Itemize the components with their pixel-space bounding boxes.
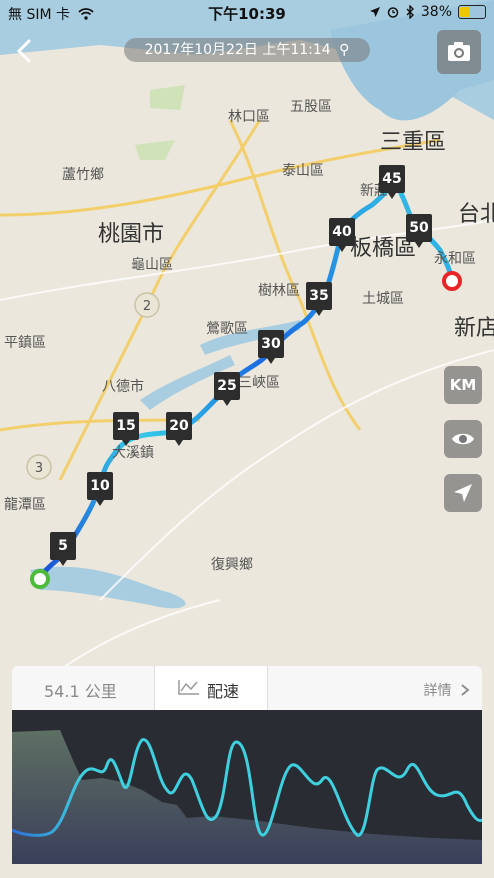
eye-icon bbox=[452, 433, 474, 445]
battery-icon bbox=[458, 5, 486, 19]
map-label: 龜山區 bbox=[131, 257, 173, 273]
elevation-area bbox=[12, 730, 482, 864]
battery-percent: 38% bbox=[420, 4, 452, 20]
bluetooth-icon bbox=[406, 5, 414, 19]
status-bar: 無 SIM 卡 下午10:39 38% bbox=[0, 0, 494, 26]
alarm-icon bbox=[387, 7, 399, 18]
camera-button[interactable] bbox=[437, 30, 481, 74]
km-marker: 40 bbox=[329, 218, 355, 252]
map-label: 鶯歌區 bbox=[206, 321, 248, 337]
map-label: 蘆竹鄉 bbox=[62, 167, 104, 183]
activity-datetime: 2017年10月22日 上午11:14 ⚲ bbox=[124, 38, 370, 62]
locate-button[interactable] bbox=[444, 474, 482, 512]
km-marker: 15 bbox=[113, 412, 139, 446]
route-start-marker bbox=[30, 569, 50, 589]
svg-text:3: 3 bbox=[35, 461, 43, 476]
navigation-arrow-icon bbox=[454, 484, 472, 502]
route-end-marker bbox=[442, 271, 462, 291]
map-label: 台北 bbox=[458, 202, 494, 227]
map-label: 永和區 bbox=[434, 251, 476, 267]
map-label: 五股區 bbox=[290, 99, 332, 115]
map-label: 龍潭區 bbox=[4, 497, 46, 513]
km-marker: 25 bbox=[214, 372, 240, 406]
map-label: 復興鄉 bbox=[211, 557, 253, 573]
stats-tabs: 54.1 公里 配速 詳情 bbox=[12, 666, 482, 710]
svg-text:2: 2 bbox=[143, 299, 151, 314]
chevron-right-icon bbox=[461, 684, 470, 696]
map-label: 三峽區 bbox=[238, 375, 280, 391]
map-label: 平鎮區 bbox=[4, 335, 46, 351]
map-label: 林口區 bbox=[228, 109, 270, 125]
back-button[interactable] bbox=[10, 36, 40, 66]
map-label: 樹林區 bbox=[258, 283, 300, 299]
unit-toggle-button[interactable]: KM bbox=[444, 366, 482, 404]
tab-pace[interactable]: 配速 bbox=[154, 666, 268, 710]
line-chart-icon bbox=[178, 680, 199, 695]
camera-icon bbox=[448, 42, 470, 61]
km-marker: 35 bbox=[306, 282, 332, 316]
map-label: 大溪鎮 bbox=[112, 445, 154, 461]
map-label: 泰山區 bbox=[282, 163, 324, 179]
tab-distance[interactable]: 54.1 公里 bbox=[44, 678, 117, 702]
map-label: 三重區 bbox=[380, 130, 447, 155]
km-marker: 45 bbox=[379, 165, 405, 199]
km-marker: 50 bbox=[406, 214, 432, 248]
km-marker: 10 bbox=[87, 472, 113, 506]
km-marker: 5 bbox=[50, 532, 76, 566]
map-label: 土城區 bbox=[362, 291, 404, 307]
map-label: 新店 bbox=[454, 316, 494, 341]
visibility-button[interactable] bbox=[444, 420, 482, 458]
detail-link[interactable]: 詳情 bbox=[424, 680, 470, 700]
map-label: 桃園市 bbox=[98, 222, 165, 247]
map-label: 八德市 bbox=[102, 379, 144, 395]
bicycle-icon: ⚲ bbox=[339, 42, 350, 58]
km-marker: 20 bbox=[166, 412, 192, 446]
pace-chart bbox=[12, 710, 482, 864]
stats-panel: 54.1 公里 配速 詳情 bbox=[12, 666, 482, 864]
km-marker: 30 bbox=[258, 330, 284, 364]
location-arrow-icon bbox=[369, 7, 380, 17]
